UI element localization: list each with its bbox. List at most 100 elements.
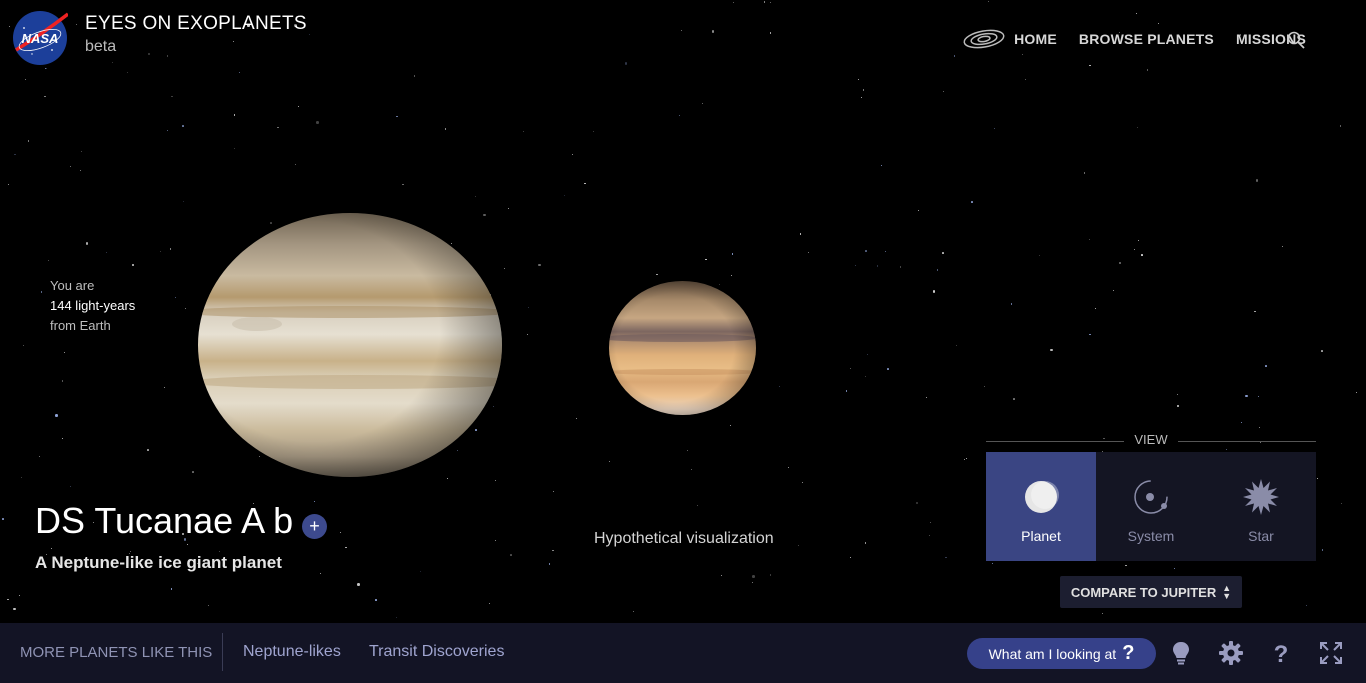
- what-am-i-looking-at-button[interactable]: What am I looking at ?: [967, 638, 1156, 669]
- question-icon: ?: [1122, 642, 1135, 664]
- star-dot: [233, 40, 235, 42]
- view-planet-label: Planet: [1021, 528, 1061, 544]
- settings-icon[interactable]: [1218, 640, 1244, 666]
- star-dot: [678, 114, 681, 117]
- star-dot: [444, 128, 447, 130]
- star-dot: [1135, 12, 1138, 15]
- star-dot: [85, 242, 89, 245]
- view-label: VIEW: [1128, 432, 1174, 447]
- star-dot: [27, 140, 30, 142]
- planet-name: DS Tucanae A b: [35, 500, 294, 541]
- star-dot: [18, 594, 20, 596]
- star-dot: [1113, 289, 1115, 291]
- star-dot: [1281, 245, 1283, 247]
- star-dot: [887, 368, 889, 370]
- star-dot: [915, 501, 919, 505]
- star-dot: [79, 169, 81, 171]
- link-neptune-likes[interactable]: Neptune-likes: [243, 643, 341, 661]
- star-dot: [769, 32, 772, 34]
- star-dot: [864, 542, 867, 544]
- star-dot: [166, 55, 169, 57]
- star-dot: [126, 71, 128, 73]
- star-dot: [576, 417, 578, 419]
- star-dot: [983, 385, 985, 387]
- star-dot: [1321, 350, 1323, 352]
- star-dot: [778, 385, 780, 387]
- star-dot: [849, 556, 851, 558]
- star-dot: [1024, 79, 1026, 81]
- star-dot: [319, 572, 321, 575]
- star-dot: [1138, 239, 1139, 241]
- star-dot: [1177, 393, 1179, 395]
- star-dot: [1050, 348, 1053, 352]
- nasa-logo[interactable]: NASA: [12, 10, 68, 66]
- star-dot: [711, 30, 715, 33]
- star-dot: [45, 68, 47, 70]
- star-dot: [494, 479, 496, 481]
- compare-dropdown[interactable]: COMPARE TO JUPITER ▲ ▼: [1060, 576, 1242, 608]
- star-dot: [624, 62, 628, 65]
- star-dot: [1013, 398, 1015, 400]
- bottom-divider: [222, 633, 223, 671]
- star-dot: [1010, 303, 1013, 305]
- star-dot: [632, 610, 634, 612]
- planet-primary-render[interactable]: [197, 212, 503, 478]
- lightbulb-icon[interactable]: [1168, 640, 1194, 666]
- search-icon[interactable]: [1287, 31, 1305, 49]
- star-dot: [1241, 422, 1243, 424]
- star-dot: [1141, 254, 1143, 256]
- star-dot: [339, 531, 341, 533]
- nav-home[interactable]: HOME: [1014, 31, 1057, 47]
- star-dot: [494, 539, 497, 542]
- star-dot: [752, 581, 754, 583]
- distance-value: 144 light-years: [50, 298, 136, 313]
- star-dot: [76, 24, 78, 26]
- star-dot: [1321, 549, 1324, 551]
- star-dot: [1305, 604, 1307, 606]
- visualization-note: Hypothetical visualization: [594, 530, 774, 547]
- star-dot: [7, 183, 9, 185]
- star-dot: [1094, 308, 1096, 310]
- star-dot: [1254, 310, 1256, 313]
- star-dot: [552, 549, 554, 552]
- orbit-system-icon: [1134, 480, 1168, 514]
- main-nav: HOME BROWSE PLANETS MISSIONS: [962, 28, 1306, 50]
- star-dot: [40, 291, 43, 293]
- star-dot: [733, 1, 735, 3]
- star-dot: [854, 264, 857, 267]
- star-dot: [752, 575, 755, 578]
- star-dot: [69, 485, 71, 487]
- star-dot: [1102, 612, 1104, 614]
- link-transit-discoveries[interactable]: Transit Discoveries: [369, 643, 504, 661]
- star-dot: [867, 354, 869, 356]
- fullscreen-icon[interactable]: [1318, 640, 1344, 666]
- star-dot: [584, 182, 586, 185]
- star-dot: [865, 250, 867, 252]
- star-dot: [1089, 333, 1091, 336]
- star-dot: [964, 459, 966, 461]
- star-dot: [171, 95, 173, 98]
- star-dot: [538, 263, 541, 266]
- view-star-button[interactable]: Star: [1206, 452, 1316, 561]
- view-selector: Planet System Star: [986, 452, 1316, 561]
- nav-browse-planets[interactable]: BROWSE PLANETS: [1079, 31, 1214, 47]
- star-dot: [187, 543, 189, 545]
- star-dot: [159, 250, 162, 253]
- star-dot: [61, 380, 64, 382]
- star-dot: [953, 55, 956, 57]
- star-dot: [1022, 54, 1024, 56]
- star-dot: [1136, 127, 1138, 129]
- star-dot: [69, 166, 71, 168]
- help-icon[interactable]: ?: [1268, 640, 1294, 666]
- star-dot: [526, 333, 528, 335]
- star-dot: [182, 125, 184, 127]
- galaxy-icon: [963, 29, 1005, 49]
- planet-comparison-render[interactable]: [608, 280, 757, 416]
- svg-text:?: ?: [1274, 641, 1289, 666]
- star-dot: [164, 386, 166, 388]
- view-star-label: Star: [1248, 528, 1274, 544]
- star-dot: [2, 518, 4, 520]
- view-system-button[interactable]: System: [1096, 452, 1206, 561]
- view-planet-button[interactable]: Planet: [986, 452, 1096, 561]
- add-to-favorites-button[interactable]: +: [302, 514, 327, 539]
